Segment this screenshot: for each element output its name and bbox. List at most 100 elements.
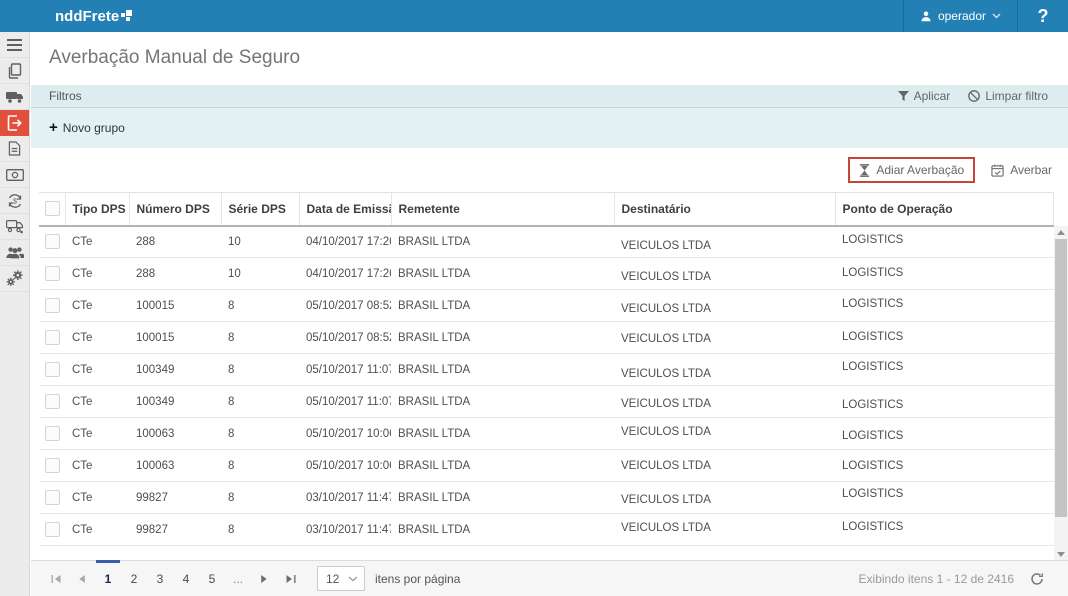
sidebar-nav: $ <box>0 32 30 596</box>
column-header-data[interactable]: Data de Emissão <box>299 193 391 226</box>
page-button-3[interactable]: 3 <box>147 561 173 596</box>
cell-numero: 100063 <box>136 428 174 440</box>
sidebar-item-menu[interactable] <box>0 32 29 58</box>
cell-ponto: LOGISTICS <box>842 361 903 373</box>
cell-serie: 10 <box>228 236 241 248</box>
help-button[interactable]: ? <box>1018 0 1068 32</box>
row-checkbox[interactable] <box>45 266 60 281</box>
scroll-down-icon[interactable] <box>1054 548 1068 560</box>
page-numbers: 12345... <box>95 561 251 596</box>
calendar-check-icon <box>991 164 1004 177</box>
cell-ponto: LOGISTICS <box>842 331 903 343</box>
user-menu[interactable]: operador <box>903 0 1018 32</box>
prev-page-button[interactable] <box>69 561 95 596</box>
last-page-button[interactable] <box>277 561 303 596</box>
sidebar-item-settings[interactable] <box>0 266 29 292</box>
cell-destinatario: VEICULOS LTDA <box>621 494 711 506</box>
column-header-numero[interactable]: Número DPS <box>129 193 221 226</box>
row-checkbox[interactable] <box>45 298 60 313</box>
sidebar-item-truck[interactable] <box>0 84 29 110</box>
row-checkbox[interactable] <box>45 522 60 537</box>
table-row[interactable]: CTe100063805/10/2017 10:06BRASIL LTDAVEI… <box>39 418 1054 450</box>
cell-ponto: LOGISTICS <box>842 267 903 279</box>
pagination-status: Exibindo itens 1 - 12 de 2416 <box>859 572 1014 586</box>
page-button-4[interactable]: 4 <box>173 561 199 596</box>
table-row[interactable]: CTe100063805/10/2017 10:06BRASIL LTDAVEI… <box>39 450 1054 482</box>
cell-ponto: LOGISTICS <box>842 399 903 411</box>
brand-logo[interactable]: nddFrete <box>55 0 133 32</box>
hourglass-icon <box>859 164 870 177</box>
cell-tipo: CTe <box>72 300 92 312</box>
new-group-button[interactable]: + Novo grupo <box>49 121 125 135</box>
cell-destinatario: VEICULOS LTDA <box>621 426 711 438</box>
page-size-dropdown[interactable]: 12 <box>317 566 365 591</box>
column-header-serie[interactable]: Série DPS <box>221 193 299 226</box>
row-checkbox[interactable] <box>45 458 60 473</box>
cell-tipo: CTe <box>72 364 92 376</box>
page-button-1[interactable]: 1 <box>95 561 121 596</box>
page-button-5[interactable]: 5 <box>199 561 225 596</box>
cell-tipo: CTe <box>72 396 92 408</box>
scroll-up-icon[interactable] <box>1054 226 1068 238</box>
table-row[interactable]: CTe99827803/10/2017 11:47BRASIL LTDAVEIC… <box>39 482 1054 514</box>
column-header-tipo[interactable]: Tipo DPS <box>65 193 129 226</box>
endorse-button[interactable]: Averbar <box>985 159 1058 181</box>
data-grid: Tipo DPSNúmero DPSSérie DPSData de Emiss… <box>39 192 1068 546</box>
sidebar-item-documents[interactable] <box>0 58 29 84</box>
cell-tipo: CTe <box>72 236 92 248</box>
chevron-down-icon <box>992 13 1001 19</box>
cell-data: 05/10/2017 11:07 <box>306 364 391 376</box>
table-row[interactable]: CTe2881004/10/2017 17:26BRASIL LTDAVEICU… <box>39 226 1054 258</box>
menu-icon <box>7 39 22 51</box>
cell-serie: 8 <box>228 524 234 536</box>
table-row[interactable]: CTe100015805/10/2017 08:52BRASIL LTDAVEI… <box>39 290 1054 322</box>
cell-data: 04/10/2017 17:26 <box>306 236 391 248</box>
sidebar-item-refund[interactable]: $ <box>0 188 29 214</box>
postpone-endorsement-button[interactable]: Adiar Averbação <box>848 157 975 183</box>
next-page-button[interactable] <box>251 561 277 596</box>
cell-numero: 100015 <box>136 300 174 312</box>
row-checkbox[interactable] <box>45 362 60 377</box>
apply-filter-button[interactable]: Aplicar <box>898 89 951 103</box>
column-header-remetente[interactable]: Remetente <box>391 193 614 226</box>
cell-data: 05/10/2017 08:52 <box>306 300 391 312</box>
column-header-destinatario[interactable]: Destinatário <box>614 193 835 226</box>
sidebar-item-manual-endorsement[interactable] <box>0 110 29 136</box>
sidebar-item-document[interactable] <box>0 136 29 162</box>
scrollbar-thumb[interactable] <box>1055 239 1067 517</box>
sidebar-item-money[interactable] <box>0 162 29 188</box>
page-button-2[interactable]: 2 <box>121 561 147 596</box>
svg-text:$: $ <box>13 198 17 205</box>
vertical-scrollbar[interactable] <box>1054 226 1068 560</box>
table-row[interactable]: CTe100015805/10/2017 08:52BRASIL LTDAVEI… <box>39 322 1054 354</box>
table-row[interactable]: CTe100349805/10/2017 11:07BRASIL LTDAVEI… <box>39 354 1054 386</box>
cell-serie: 8 <box>228 300 234 312</box>
row-checkbox[interactable] <box>45 490 60 505</box>
cell-numero: 100349 <box>136 396 174 408</box>
clear-filter-button[interactable]: Limpar filtro <box>968 89 1048 103</box>
row-checkbox[interactable] <box>45 234 60 249</box>
sidebar-item-users[interactable] <box>0 240 29 266</box>
truck-gear-icon <box>6 219 24 234</box>
first-page-button[interactable] <box>43 561 69 596</box>
table-row[interactable]: CTe100349805/10/2017 11:07BRASIL LTDAVEI… <box>39 386 1054 418</box>
sidebar-item-fleet[interactable] <box>0 214 29 240</box>
cell-numero: 100015 <box>136 332 174 344</box>
cell-serie: 8 <box>228 364 234 376</box>
row-checkbox[interactable] <box>45 426 60 441</box>
cell-serie: 10 <box>228 268 241 280</box>
filter-group-panel: + Novo grupo <box>31 108 1068 148</box>
refresh-button[interactable] <box>1030 572 1044 586</box>
cell-remetente: BRASIL LTDA <box>398 492 470 504</box>
table-row[interactable]: CTe99827803/10/2017 11:47BRASIL LTDAVEIC… <box>39 514 1054 546</box>
column-header-ponto[interactable]: Ponto de Operação <box>835 193 1054 226</box>
cell-remetente: BRASIL LTDA <box>398 364 470 376</box>
cell-destinatario: VEICULOS LTDA <box>621 333 711 345</box>
application-window: nddFrete operador ? <box>0 0 1068 596</box>
cell-ponto: LOGISTICS <box>842 298 903 310</box>
row-checkbox[interactable] <box>45 394 60 409</box>
table-row[interactable]: CTe2881004/10/2017 17:26BRASIL LTDAVEICU… <box>39 258 1054 290</box>
select-all-checkbox[interactable] <box>45 201 60 216</box>
grid-toolbar: Adiar Averbação Averbar <box>31 148 1068 192</box>
row-checkbox[interactable] <box>45 330 60 345</box>
